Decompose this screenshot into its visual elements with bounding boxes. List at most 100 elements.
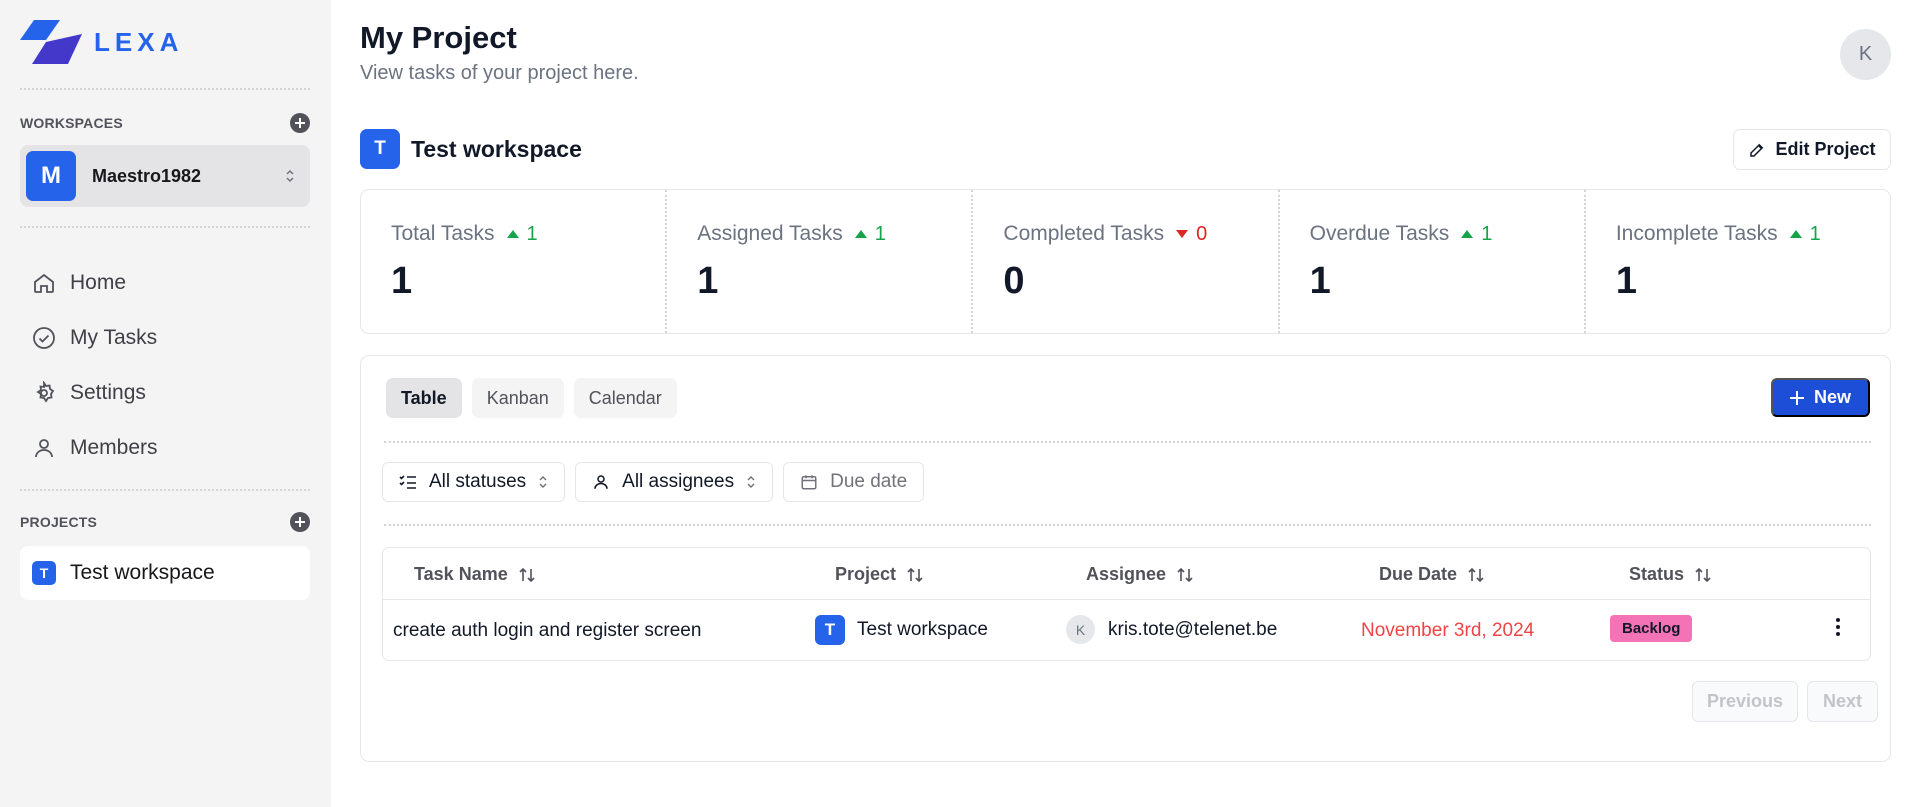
new-task-button[interactable]: New: [1771, 378, 1870, 417]
divider: [20, 489, 310, 491]
stat-label: Assigned Tasks: [697, 222, 843, 245]
status-cell: Backlog: [1610, 615, 1693, 642]
stat-delta: 1: [506, 223, 538, 246]
table-row[interactable]: create auth login and register screen T …: [383, 600, 1870, 660]
chevron-up-down-icon: [539, 476, 547, 488]
stat-value: 1: [1615, 260, 1637, 302]
sort-icon: [1695, 567, 1711, 582]
sidebar-item-my-tasks[interactable]: My Tasks: [32, 310, 158, 365]
user-icon: [35, 438, 53, 457]
projects-label: PROJECTS: [20, 514, 98, 530]
sidebar-nav: Home My Tasks Settings Members: [32, 255, 158, 475]
column-header-task-name[interactable]: Task Name: [414, 564, 536, 585]
more-vertical-icon: [1836, 618, 1840, 636]
calendar-icon: [801, 475, 817, 490]
divider: [384, 524, 1871, 526]
tab-kanban[interactable]: Kanban: [471, 378, 564, 418]
row-actions-menu[interactable]: [1835, 617, 1841, 637]
task-name-cell[interactable]: create auth login and register screen: [393, 620, 701, 642]
user-icon: [594, 475, 608, 489]
home-icon: [34, 273, 54, 293]
sidebar-item-members[interactable]: Members: [32, 420, 158, 475]
sort-icon: [1468, 567, 1484, 582]
workspace-switcher[interactable]: M Maestro1982: [20, 145, 310, 207]
project-name: Test workspace: [857, 619, 988, 640]
sidebar-item-label: Home: [70, 270, 127, 294]
trend-up-icon: [854, 230, 867, 238]
due-date-filter[interactable]: Due date: [783, 462, 925, 502]
stat-incomplete-tasks: Incomplete Tasks 1 1: [1586, 190, 1890, 333]
page-subtitle: View tasks of your project here.: [360, 62, 639, 84]
logo[interactable]: LEXA: [20, 20, 183, 64]
assignee-email: kris.tote@telenet.be: [1108, 618, 1278, 640]
trend-up-icon: [1461, 230, 1474, 238]
workspaces-label: WORKSPACES: [20, 115, 123, 131]
column-header-status[interactable]: Status: [1629, 564, 1712, 585]
tab-calendar[interactable]: Calendar: [573, 378, 677, 418]
project-avatar: T: [815, 615, 845, 645]
trend-down-icon: [1176, 230, 1189, 238]
column-header-assignee[interactable]: Assignee: [1086, 564, 1194, 585]
tasks-panel: Table Kanban Calendar New All statuses A…: [360, 355, 1891, 762]
tasks-table: Task Name Project Assignee Due Date Stat…: [382, 547, 1871, 661]
chevron-up-down-icon: [286, 169, 294, 183]
project-avatar: T: [32, 561, 56, 585]
gear-icon: [36, 380, 55, 403]
edit-project-button[interactable]: Edit Project: [1733, 129, 1891, 170]
table-header: Task Name Project Assignee Due Date Stat…: [383, 548, 1870, 600]
stat-delta: 1: [854, 223, 886, 246]
stat-value: 1: [697, 260, 719, 302]
project-cell[interactable]: T Test workspace: [815, 615, 988, 645]
sidebar-item-home[interactable]: Home: [32, 255, 158, 310]
stat-delta: 1: [1789, 223, 1821, 246]
workspaces-header: WORKSPACES: [20, 113, 310, 133]
sidebar-project-item[interactable]: T Test workspace: [20, 546, 310, 600]
stat-label: Incomplete Tasks: [1615, 222, 1778, 245]
status-filter[interactable]: All statuses: [382, 462, 566, 502]
add-workspace-icon[interactable]: [290, 113, 310, 133]
stat-label: Total Tasks: [391, 222, 495, 245]
sidebar-item-settings[interactable]: Settings: [32, 365, 158, 420]
logo-icon: [20, 20, 82, 64]
user-avatar[interactable]: K: [1840, 29, 1891, 80]
previous-page-button[interactable]: Previous: [1692, 681, 1798, 722]
due-date-placeholder: Due date: [830, 471, 908, 492]
stat-completed-tasks: Completed Tasks 0 0: [973, 190, 1280, 333]
projects-header: PROJECTS: [20, 512, 310, 532]
trend-up-icon: [506, 230, 519, 238]
stats-bar: Total Tasks 1 1 Assigned Tasks 1 1 Compl…: [360, 189, 1891, 334]
assignee-cell[interactable]: K kris.tote@telenet.be: [1066, 615, 1277, 644]
project-avatar: T: [360, 129, 400, 169]
stat-total-tasks: Total Tasks 1 1: [361, 190, 668, 333]
check-circle-icon: [33, 326, 55, 349]
workspace-avatar: M: [26, 151, 76, 201]
stat-value: 0: [1003, 260, 1025, 302]
column-header-project[interactable]: Project: [835, 564, 924, 585]
column-header-due-date[interactable]: Due Date: [1379, 564, 1485, 585]
divider: [20, 226, 310, 228]
assignee-filter-value: All assignees: [622, 471, 735, 492]
workspace-name: Maestro1982: [92, 165, 202, 186]
sort-icon: [907, 567, 923, 582]
status-badge: Backlog: [1610, 615, 1693, 642]
add-project-icon[interactable]: [290, 512, 310, 532]
project-header: T Test workspace: [360, 129, 582, 169]
next-page-button[interactable]: Next: [1807, 681, 1878, 722]
stat-label: Overdue Tasks: [1309, 222, 1450, 245]
page-title: My Project: [360, 20, 517, 55]
brand-name: LEXA: [94, 26, 184, 57]
trend-up-icon: [1789, 230, 1802, 238]
stat-value: 1: [1309, 260, 1331, 302]
sidebar-item-label: My Tasks: [70, 325, 158, 349]
stat-delta: 1: [1461, 223, 1492, 246]
assignee-filter[interactable]: All assignees: [575, 462, 774, 502]
sidebar-item-label: Members: [70, 435, 158, 459]
tab-table[interactable]: Table: [386, 378, 462, 418]
sidebar: LEXA WORKSPACES M Maestro1982 Home My Ta…: [0, 0, 331, 807]
sort-icon: [519, 567, 535, 582]
stat-assigned-tasks: Assigned Tasks 1 1: [667, 190, 974, 333]
assignee-avatar: K: [1066, 615, 1095, 644]
edit-project-label: Edit Project: [1775, 139, 1876, 159]
new-task-label: New: [1813, 387, 1851, 407]
filters-bar: All statuses All assignees Due date: [382, 462, 925, 502]
